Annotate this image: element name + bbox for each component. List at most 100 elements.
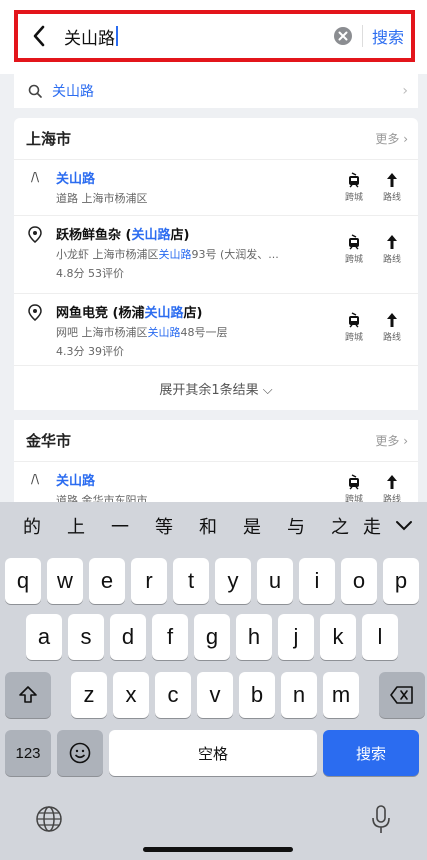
city-group-jinhua: 金华市 更多 › /\ 关山路 道路 金华市东阳市 跨城 路线 [14,420,418,507]
key-row-3: z x c v b n m [5,672,425,718]
back-button[interactable] [20,14,58,58]
space-key[interactable]: 空格 [109,730,317,776]
cross-city-button[interactable]: 跨城 [342,234,366,265]
route-arrow-icon [387,475,397,489]
location-pin-icon [28,226,42,243]
key-o[interactable]: o [341,558,377,604]
key-d[interactable]: d [110,614,146,660]
key-g[interactable]: g [194,614,230,660]
result-title: 关山路 [56,474,96,489]
shift-key[interactable] [5,672,51,718]
result-row[interactable]: /\ 关山路 道路 上海市杨浦区 跨城 路线 [14,160,418,216]
cross-city-button[interactable]: 跨城 [342,474,366,505]
route-button[interactable]: 路线 [380,474,404,505]
candidate[interactable]: 上 [54,513,98,539]
train-icon [349,474,359,490]
search-box: 关山路 搜索 [14,10,415,62]
search-query-text: 关山路 [64,28,115,49]
key-e[interactable]: e [89,558,125,604]
key-k[interactable]: k [320,614,356,660]
result-title: 关山路 [56,172,96,187]
delete-key[interactable] [379,672,425,718]
search-icon [28,84,42,98]
numbers-key[interactable]: 123 [5,730,51,776]
city-header: 上海市 更多 › [14,118,418,160]
key-a[interactable]: a [26,614,62,660]
text-cursor [116,26,118,46]
globe-icon [36,806,62,832]
cross-city-button[interactable]: 跨城 [342,312,366,343]
candidate[interactable]: 走 [362,513,382,539]
key-z[interactable]: z [71,672,107,718]
city-group-shanghai: 上海市 更多 › /\ 关山路 道路 上海市杨浦区 跨城 路线 跃杨鲜鱼杂 (关… [14,118,418,410]
candidate-bar: 的 上 一 等 和 是 与 之 走 [0,502,427,550]
key-row-2: a s d f g h j k l [26,614,398,660]
candidate[interactable]: 是 [230,513,274,539]
route-arrow-icon [387,313,397,327]
key-row-4: 123 空格 搜索 [5,730,419,776]
emoji-icon [69,742,91,764]
key-w[interactable]: w [47,558,83,604]
key-n[interactable]: n [281,672,317,718]
suggestion-text: 关山路 [52,84,94,100]
key-y[interactable]: y [215,558,251,604]
microphone-icon [372,805,390,833]
key-v[interactable]: v [197,672,233,718]
chevron-down-icon[interactable] [393,514,415,536]
route-arrow-icon [387,173,397,187]
train-icon [349,234,359,250]
key-f[interactable]: f [152,614,188,660]
key-l[interactable]: l [362,614,398,660]
route-button[interactable]: 路线 [380,234,404,265]
key-b[interactable]: b [239,672,275,718]
cross-city-button[interactable]: 跨城 [342,172,366,203]
location-pin-icon [28,304,42,321]
candidate[interactable]: 的 [10,513,54,539]
globe-key[interactable] [34,804,64,834]
key-u[interactable]: u [257,558,293,604]
result-subtitle: 网吧 上海市杨浦区关山路48号一层 [56,326,228,339]
candidate[interactable]: 与 [274,513,318,539]
key-r[interactable]: r [131,558,167,604]
road-icon: /\ [30,472,40,486]
key-m[interactable]: m [323,672,359,718]
city-name: 金华市 [26,432,72,450]
search-input[interactable]: 关山路 [58,24,326,49]
dictation-key[interactable] [370,804,392,836]
result-subtitle: 小龙虾 上海市杨浦区关山路93号 (大润发、... [56,248,279,261]
emoji-key[interactable] [57,730,103,776]
home-indicator [143,847,293,852]
clear-button[interactable] [326,26,360,46]
result-row[interactable]: 网鱼电竞 (杨浦关山路店) 网吧 上海市杨浦区关山路48号一层 4.3分 39评… [14,294,418,366]
road-icon: /\ [30,170,40,184]
train-icon [349,312,359,328]
key-t[interactable]: t [173,558,209,604]
search-enter-key[interactable]: 搜索 [323,730,419,776]
result-rating: 4.3分 39评价 [56,345,124,358]
more-link[interactable]: 更多 › [375,432,408,449]
key-row-1: q w e r t y u i o p [5,558,419,604]
result-row[interactable]: /\ 关山路 道路 金华市东阳市 跨城 路线 [14,462,418,507]
candidate[interactable]: 之 [318,513,362,539]
keyboard: 的 上 一 等 和 是 与 之 走 q w e r t y u i o p a … [0,502,427,860]
suggestion-row[interactable]: 关山路 › [14,74,418,108]
route-button[interactable]: 路线 [380,172,404,203]
result-rating: 4.8分 53评价 [56,267,124,280]
result-row[interactable]: 跃杨鲜鱼杂 (关山路店) 小龙虾 上海市杨浦区关山路93号 (大润发、... 4… [14,216,418,294]
key-p[interactable]: p [383,558,419,604]
expand-results-button[interactable]: 展开其余1条结果 ⌵ [14,366,418,410]
route-button[interactable]: 路线 [380,312,404,343]
key-h[interactable]: h [236,614,272,660]
candidate[interactable]: 和 [186,513,230,539]
key-j[interactable]: j [278,614,314,660]
key-q[interactable]: q [5,558,41,604]
candidate[interactable]: 一 [98,513,142,539]
key-s[interactable]: s [68,614,104,660]
candidate[interactable]: 等 [142,513,186,539]
train-icon [349,172,359,188]
key-i[interactable]: i [299,558,335,604]
more-link[interactable]: 更多 › [375,130,408,147]
key-x[interactable]: x [113,672,149,718]
search-button[interactable]: 搜索 [365,24,411,48]
key-c[interactable]: c [155,672,191,718]
